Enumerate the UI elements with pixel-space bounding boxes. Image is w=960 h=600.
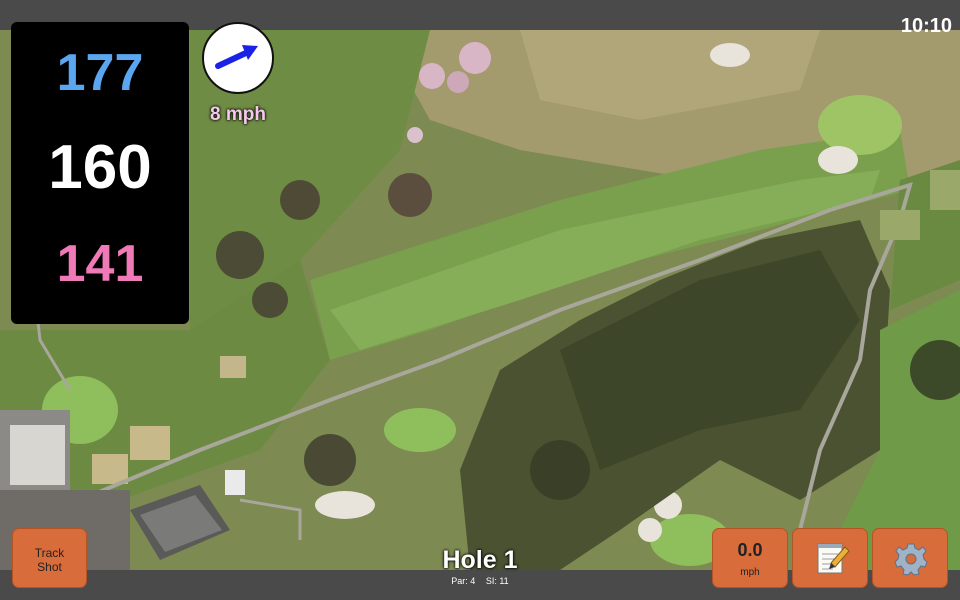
track-shot-button[interactable]: Track Shot [12, 528, 87, 588]
notepad-icon [817, 543, 850, 574]
hole-title: Hole 1 [442, 546, 518, 574]
hole-info: Par: 4 SI: 11 [400, 577, 560, 586]
middle-yardage: 160 [48, 133, 152, 202]
speed-button[interactable]: 0.0 mph [712, 528, 788, 588]
wind-arrow-icon [215, 45, 258, 69]
track-shot-label-line1: Track [34, 546, 65, 560]
speed-value: 0.0 [737, 540, 763, 560]
notes-button[interactable] [792, 528, 868, 588]
clock: 10:10 [900, 15, 952, 37]
back-yardage: 177 [56, 44, 144, 102]
settings-button[interactable] [872, 528, 948, 588]
yardage-panel: 177 160 141 [11, 22, 189, 324]
track-shot-label-line2: Shot [37, 560, 62, 574]
wind-speed: 8 mph [210, 104, 266, 125]
hole-par: Par: 4 [451, 576, 476, 586]
front-yardage: 141 [56, 235, 144, 293]
gear-icon [894, 543, 928, 576]
hole-stroke-index: SI: 11 [485, 576, 509, 586]
speed-unit: mph [740, 567, 760, 578]
wind-indicator [202, 22, 274, 94]
